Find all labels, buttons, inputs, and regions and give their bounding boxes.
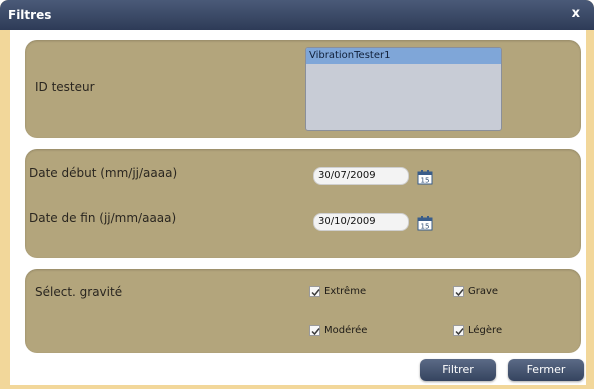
severity-label: Sélect. gravité: [35, 285, 123, 299]
calendar-number: 15: [421, 223, 430, 231]
title-bar: Filtres x: [0, 0, 594, 30]
checkbox-label: Grave: [468, 286, 499, 297]
start-calendar-icon[interactable]: 15: [417, 169, 433, 185]
list-item[interactable]: VibrationTester1: [306, 48, 501, 64]
checkbox-box[interactable]: [309, 325, 320, 336]
checkbox-extreme[interactable]: Extrême: [309, 286, 366, 297]
checkbox-grave[interactable]: Grave: [453, 286, 498, 297]
dialog-title: Filtres: [8, 8, 52, 22]
checkbox-label: Légère: [468, 325, 503, 336]
calendar-number: 15: [421, 177, 430, 185]
tester-id-label: ID testeur: [35, 80, 95, 94]
tester-listbox[interactable]: VibrationTester1: [305, 47, 502, 131]
severity-section: [25, 269, 581, 353]
filters-dialog: Filtres x ID testeur VibrationTester1 Da…: [0, 0, 594, 389]
checkbox-label: Modérée: [324, 325, 368, 336]
start-date-label: Date début (mm/jj/aaaa): [29, 166, 178, 180]
close-button[interactable]: Fermer: [508, 359, 584, 381]
end-date-label: Date de fin (jj/mm/aaaa): [29, 211, 177, 225]
checkbox-box[interactable]: [309, 286, 320, 297]
checkbox-box[interactable]: [453, 286, 464, 297]
checkbox-label: Extrême: [324, 286, 367, 297]
checkbox-box[interactable]: [453, 325, 464, 336]
end-calendar-icon[interactable]: 15: [417, 215, 433, 231]
start-date-field[interactable]: 30/07/2009: [313, 167, 409, 185]
close-icon[interactable]: x: [572, 6, 580, 21]
filter-button[interactable]: Filtrer: [420, 359, 496, 381]
checkbox-legere[interactable]: Légère: [453, 325, 502, 336]
end-date-field[interactable]: 30/10/2009: [313, 213, 409, 231]
checkbox-moderee[interactable]: Modérée: [309, 325, 367, 336]
